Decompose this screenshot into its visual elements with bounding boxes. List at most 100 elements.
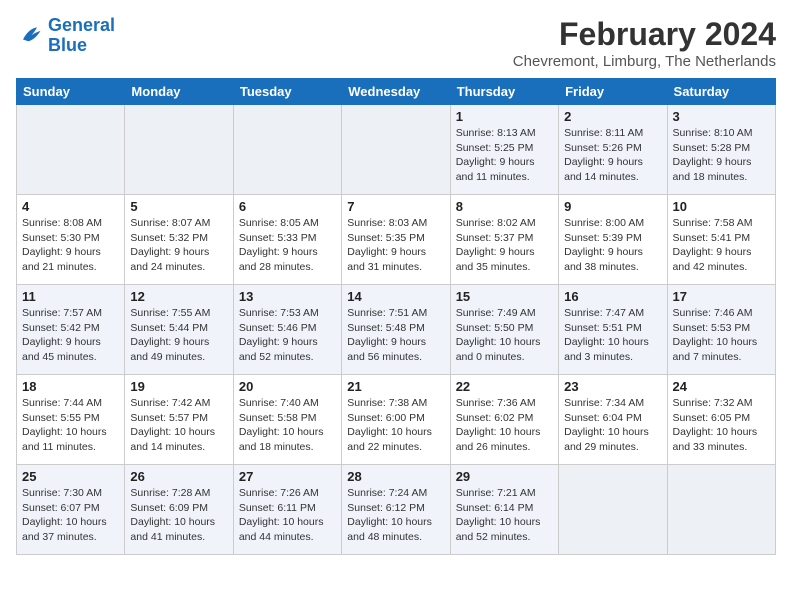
day-info: Sunrise: 7:47 AMSunset: 5:51 PMDaylight:…	[564, 306, 661, 365]
calendar-week-row: 25 Sunrise: 7:30 AMSunset: 6:07 PMDayligh…	[17, 465, 776, 555]
calendar-week-row: 18 Sunrise: 7:44 AMSunset: 5:55 PMDayligh…	[17, 375, 776, 465]
location-title: Chevremont, Limburg, The Netherlands	[513, 53, 776, 70]
day-info: Sunrise: 8:08 AMSunset: 5:30 PMDaylight:…	[22, 216, 119, 275]
calendar-week-row: 11 Sunrise: 7:57 AMSunset: 5:42 PMDayligh…	[17, 285, 776, 375]
day-info: Sunrise: 7:21 AMSunset: 6:14 PMDaylight:…	[456, 486, 553, 545]
day-number: 12	[130, 289, 227, 304]
table-row: 12 Sunrise: 7:55 AMSunset: 5:44 PMDayligh…	[125, 285, 233, 375]
col-sunday: Sunday	[17, 79, 125, 105]
day-info: Sunrise: 7:38 AMSunset: 6:00 PMDaylight:…	[347, 396, 444, 455]
day-number: 14	[347, 289, 444, 304]
day-info: Sunrise: 8:05 AMSunset: 5:33 PMDaylight:…	[239, 216, 336, 275]
table-row: 22 Sunrise: 7:36 AMSunset: 6:02 PMDayligh…	[450, 375, 558, 465]
table-row: 21 Sunrise: 7:38 AMSunset: 6:00 PMDayligh…	[342, 375, 450, 465]
day-number: 29	[456, 469, 553, 484]
day-number: 10	[673, 199, 770, 214]
table-row: 8Sunrise: 8:02 AMSunset: 5:37 PMDaylight…	[450, 195, 558, 285]
table-row: 2 Sunrise: 8:11 AMSunset: 5:26 PMDaylight…	[559, 105, 667, 195]
table-row: 29 Sunrise: 7:21 AMSunset: 6:14 PMDayligh…	[450, 465, 558, 555]
day-number: 16	[564, 289, 661, 304]
col-friday: Friday	[559, 79, 667, 105]
month-title: February 2024	[513, 16, 776, 53]
day-number: 17	[673, 289, 770, 304]
table-row: 1 Sunrise: 8:13 AMSunset: 5:25 PMDaylight…	[450, 105, 558, 195]
day-info: Sunrise: 8:00 AMSunset: 5:39 PMDaylight:…	[564, 216, 661, 275]
day-number: 25	[22, 469, 119, 484]
day-number: 20	[239, 379, 336, 394]
day-number: 26	[130, 469, 227, 484]
table-row: 28Sunrise: 7:24 AMSunset: 6:12 PMDayligh…	[342, 465, 450, 555]
day-info: Sunrise: 7:42 AMSunset: 5:57 PMDaylight:…	[130, 396, 227, 455]
table-row	[559, 465, 667, 555]
day-number: 22	[456, 379, 553, 394]
col-monday: Monday	[125, 79, 233, 105]
day-info: Sunrise: 7:30 AMSunset: 6:07 PMDaylight:…	[22, 486, 119, 545]
table-row: 15 Sunrise: 7:49 AMSunset: 5:50 PMDayligh…	[450, 285, 558, 375]
logo: General Blue	[16, 16, 115, 56]
table-row: 7 Sunrise: 8:03 AMSunset: 5:35 PMDaylight…	[342, 195, 450, 285]
table-row: 23 Sunrise: 7:34 AMSunset: 6:04 PMDayligh…	[559, 375, 667, 465]
day-number: 2	[564, 109, 661, 124]
col-saturday: Saturday	[667, 79, 775, 105]
table-row	[233, 105, 341, 195]
calendar-week-row: 1 Sunrise: 8:13 AMSunset: 5:25 PMDaylight…	[17, 105, 776, 195]
day-info: Sunrise: 8:11 AMSunset: 5:26 PMDaylight:…	[564, 126, 661, 185]
col-tuesday: Tuesday	[233, 79, 341, 105]
logo-icon	[16, 22, 44, 50]
day-number: 28	[347, 469, 444, 484]
day-info: Sunrise: 8:10 AMSunset: 5:28 PMDaylight:…	[673, 126, 770, 185]
table-row: 27Sunrise: 7:26 AMSunset: 6:11 PMDayligh…	[233, 465, 341, 555]
day-number: 23	[564, 379, 661, 394]
day-number: 1	[456, 109, 553, 124]
day-info: Sunrise: 7:34 AMSunset: 6:04 PMDaylight:…	[564, 396, 661, 455]
day-number: 8	[456, 199, 553, 214]
day-number: 5	[130, 199, 227, 214]
day-info: Sunrise: 7:32 AMSunset: 6:05 PMDaylight:…	[673, 396, 770, 455]
table-row: 16 Sunrise: 7:47 AMSunset: 5:51 PMDayligh…	[559, 285, 667, 375]
table-row: 3 Sunrise: 8:10 AMSunset: 5:28 PMDaylight…	[667, 105, 775, 195]
day-info: Sunrise: 7:53 AMSunset: 5:46 PMDaylight:…	[239, 306, 336, 365]
table-row: 10Sunrise: 7:58 AMSunset: 5:41 PMDayligh…	[667, 195, 775, 285]
table-row: 18 Sunrise: 7:44 AMSunset: 5:55 PMDayligh…	[17, 375, 125, 465]
day-number: 3	[673, 109, 770, 124]
day-number: 19	[130, 379, 227, 394]
table-row: 26 Sunrise: 7:28 AMSunset: 6:09 PMDayligh…	[125, 465, 233, 555]
day-info: Sunrise: 8:13 AMSunset: 5:25 PMDaylight:…	[456, 126, 553, 185]
table-row: 14 Sunrise: 7:51 AMSunset: 5:48 PMDayligh…	[342, 285, 450, 375]
table-row: 4Sunrise: 8:08 AMSunset: 5:30 PMDaylight…	[17, 195, 125, 285]
table-row: 6Sunrise: 8:05 AMSunset: 5:33 PMDaylight…	[233, 195, 341, 285]
table-row: 19 Sunrise: 7:42 AMSunset: 5:57 PMDayligh…	[125, 375, 233, 465]
table-row: 17 Sunrise: 7:46 AMSunset: 5:53 PMDayligh…	[667, 285, 775, 375]
day-number: 7	[347, 199, 444, 214]
day-number: 11	[22, 289, 119, 304]
day-number: 27	[239, 469, 336, 484]
page-header: General Blue February 2024 Chevremont, L…	[16, 16, 776, 70]
day-info: Sunrise: 7:36 AMSunset: 6:02 PMDaylight:…	[456, 396, 553, 455]
day-info: Sunrise: 7:40 AMSunset: 5:58 PMDaylight:…	[239, 396, 336, 455]
day-info: Sunrise: 7:46 AMSunset: 5:53 PMDaylight:…	[673, 306, 770, 365]
day-info: Sunrise: 7:49 AMSunset: 5:50 PMDaylight:…	[456, 306, 553, 365]
day-info: Sunrise: 7:57 AMSunset: 5:42 PMDaylight:…	[22, 306, 119, 365]
day-info: Sunrise: 8:07 AMSunset: 5:32 PMDaylight:…	[130, 216, 227, 275]
table-row: 25 Sunrise: 7:30 AMSunset: 6:07 PMDayligh…	[17, 465, 125, 555]
day-number: 21	[347, 379, 444, 394]
table-row: 13 Sunrise: 7:53 AMSunset: 5:46 PMDayligh…	[233, 285, 341, 375]
day-info: Sunrise: 7:51 AMSunset: 5:48 PMDaylight:…	[347, 306, 444, 365]
logo-text: General Blue	[48, 16, 115, 56]
table-row: 20 Sunrise: 7:40 AMSunset: 5:58 PMDayligh…	[233, 375, 341, 465]
table-row	[125, 105, 233, 195]
day-number: 15	[456, 289, 553, 304]
day-info: Sunrise: 8:03 AMSunset: 5:35 PMDaylight:…	[347, 216, 444, 275]
day-info: Sunrise: 7:44 AMSunset: 5:55 PMDaylight:…	[22, 396, 119, 455]
day-number: 18	[22, 379, 119, 394]
table-row	[17, 105, 125, 195]
day-number: 13	[239, 289, 336, 304]
table-row: 9 Sunrise: 8:00 AMSunset: 5:39 PMDaylight…	[559, 195, 667, 285]
table-row: 5 Sunrise: 8:07 AMSunset: 5:32 PMDaylight…	[125, 195, 233, 285]
table-row	[667, 465, 775, 555]
day-info: Sunrise: 7:55 AMSunset: 5:44 PMDaylight:…	[130, 306, 227, 365]
day-number: 9	[564, 199, 661, 214]
day-number: 24	[673, 379, 770, 394]
title-block: February 2024 Chevremont, Limburg, The N…	[513, 16, 776, 70]
day-info: Sunrise: 7:28 AMSunset: 6:09 PMDaylight:…	[130, 486, 227, 545]
